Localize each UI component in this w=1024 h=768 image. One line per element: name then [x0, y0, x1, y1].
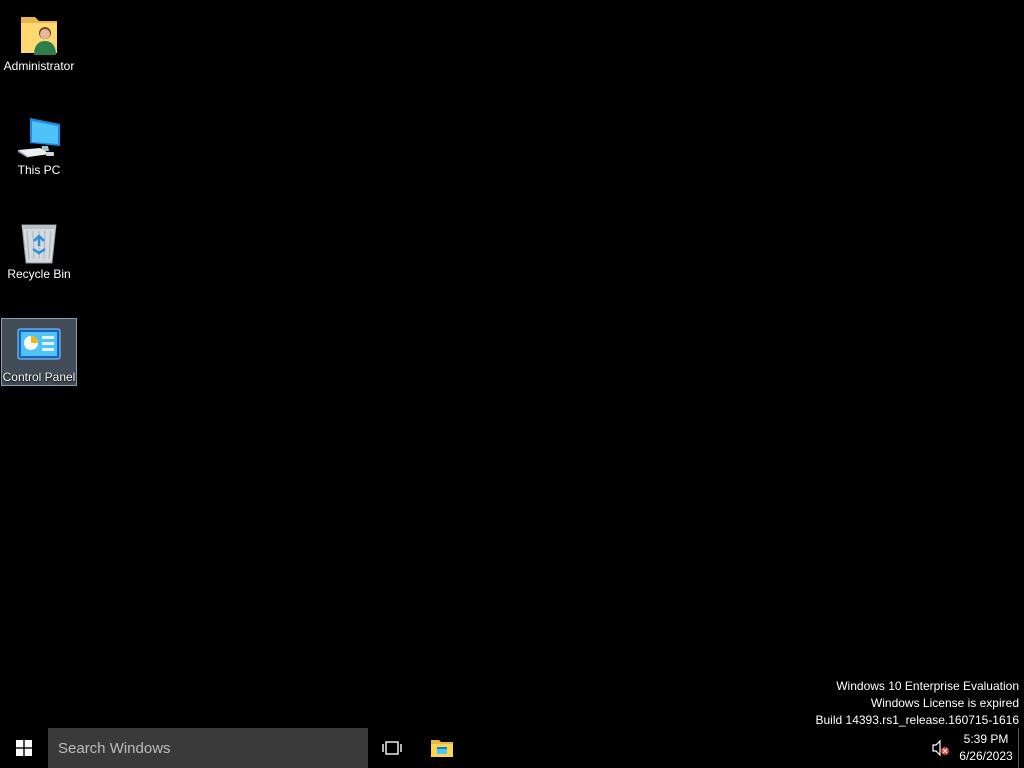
watermark-license-status: Windows License is expired	[870, 696, 1019, 710]
start-button[interactable]	[0, 728, 48, 768]
search-box[interactable]	[48, 728, 368, 768]
user-folder-icon	[15, 10, 63, 58]
desktop-icon-label: This PC	[17, 163, 61, 177]
desktop-icon-label: Control Panel	[2, 370, 76, 384]
volume-button[interactable]	[928, 728, 954, 768]
desktop-icon-recycle-bin[interactable]: Recycle Bin	[1, 216, 77, 284]
clock-time: 5:39 PM	[963, 732, 1009, 746]
desktop-icon-control-panel[interactable]: Control Panel	[1, 318, 77, 386]
desktop-icon-label: Administrator	[3, 59, 75, 73]
control-panel-icon	[15, 321, 63, 369]
recycle-bin-icon	[15, 218, 63, 266]
desktop[interactable]: Administrator This PC Recycle Bin Contro…	[0, 0, 1024, 728]
system-clock[interactable]: 5:39 PM 6/26/2023	[954, 728, 1018, 768]
watermark-edition: Windows 10 Enterprise Evaluation	[836, 679, 1019, 693]
task-view-button[interactable]	[368, 728, 416, 768]
file-explorer-icon	[431, 740, 453, 757]
clock-date: 6/26/2023	[959, 749, 1013, 763]
volume-muted-icon	[932, 740, 949, 756]
desktop-icon-administrator[interactable]: Administrator	[1, 8, 77, 76]
taskbar: 5:39 PM 6/26/2023	[0, 728, 1024, 768]
desktop-icon-this-pc[interactable]: This PC	[1, 112, 77, 180]
file-explorer-button[interactable]	[418, 728, 466, 768]
computer-icon	[15, 114, 63, 162]
windows-logo-icon	[16, 740, 32, 756]
show-desktop-button[interactable]	[1018, 728, 1024, 768]
task-view-icon	[382, 741, 402, 755]
search-input[interactable]	[56, 738, 360, 758]
desktop-icon-label: Recycle Bin	[7, 267, 71, 281]
watermark-build: Build 14393.rs1_release.160715-1616	[815, 713, 1020, 727]
license-watermark: Windows 10 Enterprise Evaluation Windows…	[816, 678, 1020, 729]
